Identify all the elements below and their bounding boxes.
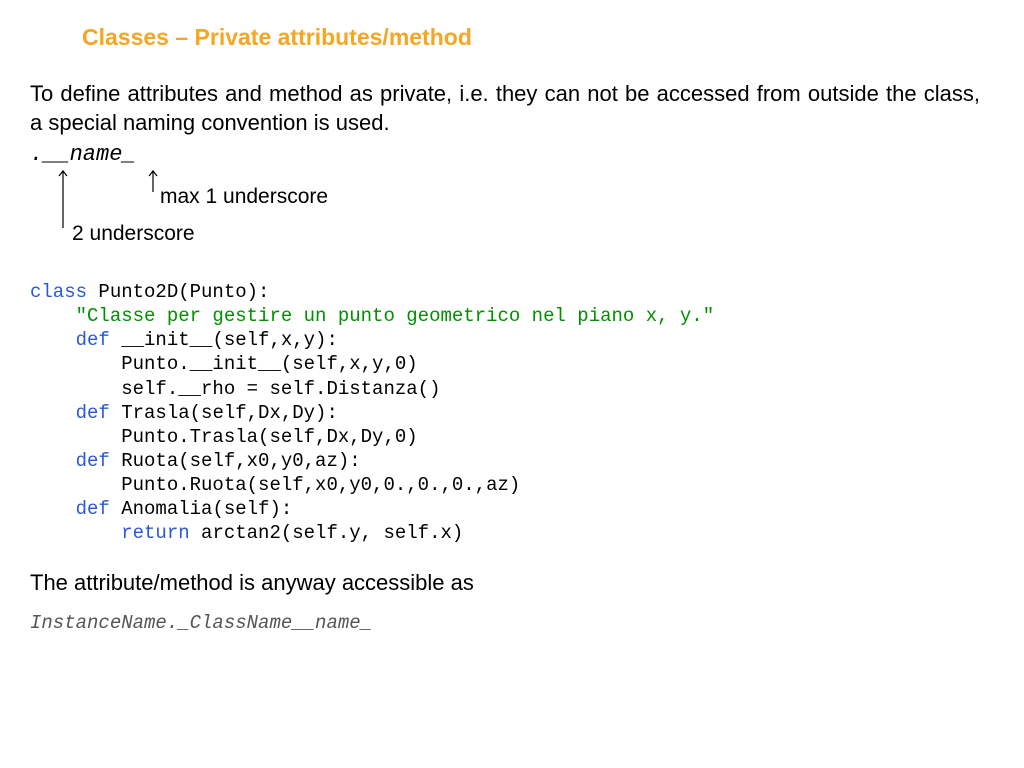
arrow-to-trailing-underscore-icon (146, 168, 160, 194)
code-text: Anomalia(self): (110, 498, 292, 520)
code-text: Punto.Trasla(self,Dx,Dy,0) (30, 426, 418, 448)
code-text: Punto2D(Punto): (87, 281, 269, 303)
slide: Classes – Private attributes/method To d… (0, 0, 1024, 768)
code-text: Ruota(self,x0,y0,az): (110, 450, 361, 472)
intro-paragraph: To define attributes and method as priva… (30, 80, 980, 137)
slide-title: Classes – Private attributes/method (82, 24, 472, 51)
keyword-return: return (30, 522, 190, 544)
code-text: self.__rho = self.Distanza() (30, 378, 440, 400)
docstring: "Classe per gestire un punto geometrico … (30, 305, 714, 327)
code-text: __init__(self,x,y): (110, 329, 338, 351)
annotation-max-1-underscore: max 1 underscore (160, 185, 328, 209)
keyword-def: def (30, 498, 110, 520)
keyword-def: def (30, 402, 110, 424)
keyword-def: def (30, 329, 110, 351)
keyword-class: class (30, 281, 87, 303)
code-block: class Punto2D(Punto): "Classe per gestir… (30, 280, 714, 545)
code-text: Punto.__init__(self,x,y,0) (30, 353, 418, 375)
keyword-def: def (30, 450, 110, 472)
code-text: arctan2(self.y, self.x) (190, 522, 464, 544)
footer-paragraph: The attribute/method is anyway accessibl… (30, 570, 474, 596)
naming-pattern: .__name_ (30, 142, 136, 167)
arrow-to-leading-underscores-icon (56, 168, 70, 230)
code-text: Trasla(self,Dx,Dy): (110, 402, 338, 424)
annotation-2-underscore: 2 underscore (72, 222, 195, 246)
code-text: Punto.Ruota(self,x0,y0,0.,0.,0.,az) (30, 474, 520, 496)
access-pattern: InstanceName._ClassName__name_ (30, 612, 372, 634)
